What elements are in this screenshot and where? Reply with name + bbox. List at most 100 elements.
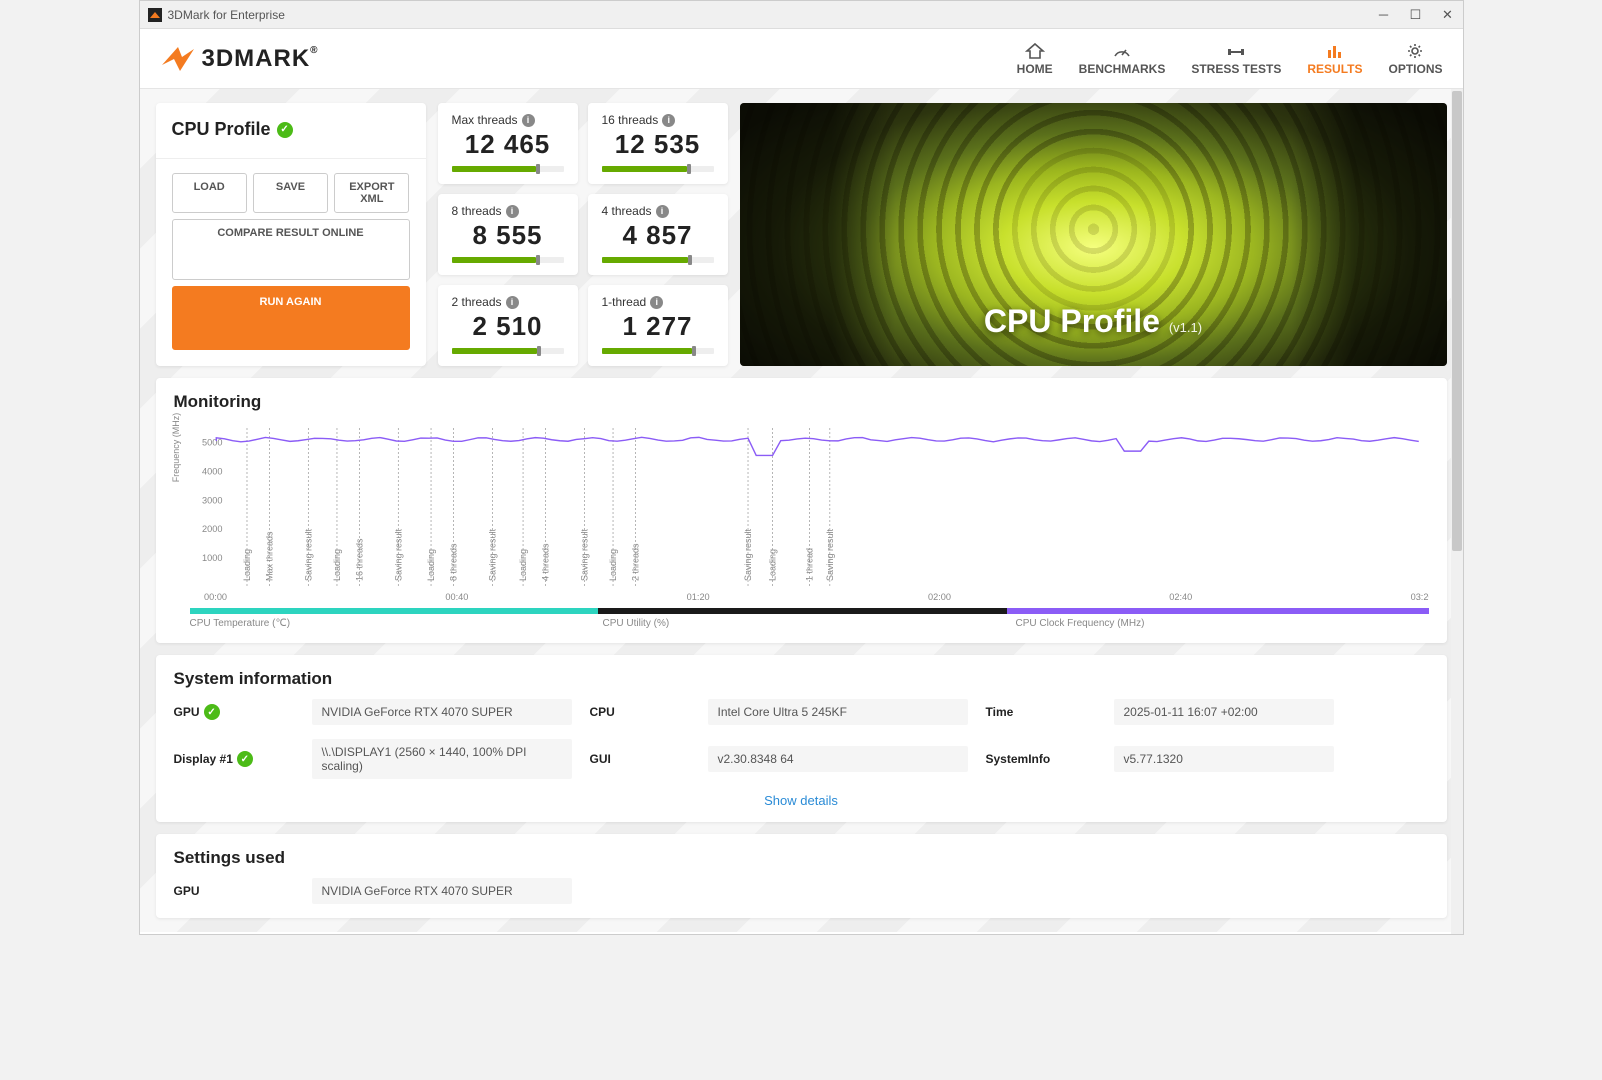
settings-used-section: Settings used GPU NVIDIA GeForce RTX 407…	[156, 834, 1447, 918]
system-info-section: System information GPU NVIDIA GeForce RT…	[156, 655, 1447, 822]
tab-benchmarks[interactable]: BENCHMARKS	[1079, 42, 1166, 76]
score-card: 8 threads i 8 555	[438, 194, 578, 275]
close-icon[interactable]: ✕	[1441, 8, 1455, 22]
content-area: CPU Profile LOAD SAVE EXPORT XML COMPARE…	[140, 89, 1463, 932]
check-icon	[237, 751, 253, 767]
svg-text:2000: 2000	[202, 524, 222, 534]
score-label: 2 threads	[452, 295, 502, 309]
clock-track[interactable]	[1007, 608, 1428, 614]
info-icon[interactable]: i	[522, 114, 535, 127]
info-icon[interactable]: i	[506, 205, 519, 218]
titlebar: 3DMark for Enterprise ─ ☐ ✕	[140, 1, 1463, 29]
show-details-link[interactable]: Show details	[174, 793, 1429, 808]
load-button[interactable]: LOAD	[172, 173, 247, 213]
brand-name: 3DMARK	[202, 45, 311, 72]
settings-gpu-value: NVIDIA GeForce RTX 4070 SUPER	[312, 878, 572, 904]
score-label: 16 threads	[602, 113, 659, 127]
score-label: 4 threads	[602, 204, 652, 218]
svg-text:Saving result: Saving result	[579, 529, 589, 581]
vertical-scrollbar[interactable]	[1451, 89, 1463, 934]
svg-text:01:20: 01:20	[686, 592, 709, 602]
hero-title: CPU Profile	[984, 303, 1160, 339]
result-actions-panel: CPU Profile LOAD SAVE EXPORT XML COMPARE…	[156, 103, 426, 366]
svg-text:02:40: 02:40	[1169, 592, 1192, 602]
maximize-icon[interactable]: ☐	[1409, 8, 1423, 22]
score-value: 12 535	[602, 129, 714, 160]
gui-value: v2.30.8348 64	[708, 746, 968, 772]
gauge-icon	[1112, 42, 1132, 60]
score-value: 4 857	[602, 220, 714, 251]
svg-text:Max threads: Max threads	[264, 531, 274, 581]
minimize-icon[interactable]: ─	[1377, 8, 1391, 22]
svg-text:Saving result: Saving result	[393, 529, 403, 581]
score-label: 8 threads	[452, 204, 502, 218]
svg-text:4 threads: 4 threads	[540, 543, 550, 581]
score-grid: Max threads i 12 465 16 threads i 12 535…	[438, 103, 728, 366]
check-icon	[204, 704, 220, 720]
utility-track-label: CPU Utility (%)	[603, 618, 1016, 629]
run-again-button[interactable]: RUN AGAIN	[172, 286, 410, 351]
gear-icon	[1405, 42, 1425, 60]
score-bar	[452, 348, 564, 354]
svg-text:00:40: 00:40	[445, 592, 468, 602]
gpu-value: NVIDIA GeForce RTX 4070 SUPER	[312, 699, 572, 725]
svg-text:5000: 5000	[202, 438, 222, 448]
tab-stress-tests[interactable]: STRESS TESTS	[1191, 42, 1281, 76]
monitoring-chart: Frequency (MHz) 1000200030004000500000:0…	[202, 422, 1429, 602]
export-xml-button[interactable]: EXPORT XML	[334, 173, 409, 213]
info-icon[interactable]: i	[656, 205, 669, 218]
monitoring-section: Monitoring Frequency (MHz) 1000200030004…	[156, 378, 1447, 643]
score-bar	[602, 257, 714, 263]
utility-track[interactable]	[598, 608, 1007, 614]
temp-track-label: CPU Temperature (℃)	[190, 618, 603, 629]
svg-text:Loading: Loading	[426, 549, 436, 581]
save-button[interactable]: SAVE	[253, 173, 328, 213]
tab-options[interactable]: OPTIONS	[1388, 42, 1442, 76]
tab-home[interactable]: HOME	[1017, 42, 1053, 76]
window-title: 3DMark for Enterprise	[168, 8, 1377, 22]
bars-icon	[1325, 42, 1345, 60]
tab-results[interactable]: RESULTS	[1307, 42, 1362, 76]
score-bar	[452, 166, 564, 172]
svg-text:00:00: 00:00	[204, 592, 227, 602]
score-card: 2 threads i 2 510	[438, 285, 578, 366]
svg-text:Saving result: Saving result	[824, 529, 834, 581]
score-label: 1-thread	[602, 295, 647, 309]
home-icon	[1025, 42, 1045, 60]
monitoring-title: Monitoring	[174, 392, 1429, 412]
clock-track-label: CPU Clock Frequency (MHz)	[1016, 618, 1429, 629]
time-value: 2025-01-11 16:07 +02:00	[1114, 699, 1334, 725]
weight-icon	[1226, 42, 1246, 60]
info-icon[interactable]: i	[506, 296, 519, 309]
svg-text:Saving result: Saving result	[487, 529, 497, 581]
score-bar	[452, 257, 564, 263]
svg-text:Saving result: Saving result	[742, 529, 752, 581]
svg-text:Loading: Loading	[608, 549, 618, 581]
score-bar	[602, 166, 714, 172]
system-info-title: System information	[174, 669, 1429, 689]
svg-text:8 threads: 8 threads	[448, 543, 458, 581]
cpu-value: Intel Core Ultra 5 245KF	[708, 699, 968, 725]
svg-text:Loading: Loading	[518, 549, 528, 581]
svg-text:Loading: Loading	[241, 549, 251, 581]
svg-text:1000: 1000	[202, 553, 222, 563]
scrollbar-thumb[interactable]	[1452, 91, 1462, 551]
hero-version: (v1.1)	[1169, 320, 1202, 335]
page-title: CPU Profile	[172, 119, 271, 140]
score-value: 2 510	[452, 311, 564, 342]
info-icon[interactable]: i	[650, 296, 663, 309]
score-bar	[602, 348, 714, 354]
score-value: 8 555	[452, 220, 564, 251]
compare-online-button[interactable]: COMPARE RESULT ONLINE	[172, 219, 410, 280]
info-icon[interactable]: i	[662, 114, 675, 127]
svg-text:4000: 4000	[202, 466, 222, 476]
svg-text:02:00: 02:00	[927, 592, 950, 602]
svg-text:03:20: 03:20	[1410, 592, 1428, 602]
app-window: 3DMark for Enterprise ─ ☐ ✕ 3DMARK® HOME…	[139, 0, 1464, 935]
svg-text:Saving result: Saving result	[303, 529, 313, 581]
score-card: Max threads i 12 465	[438, 103, 578, 184]
temp-track[interactable]	[190, 608, 599, 614]
hero-image: CPU Profile (v1.1)	[740, 103, 1447, 366]
app-icon	[148, 8, 162, 22]
svg-text:Loading: Loading	[767, 549, 777, 581]
